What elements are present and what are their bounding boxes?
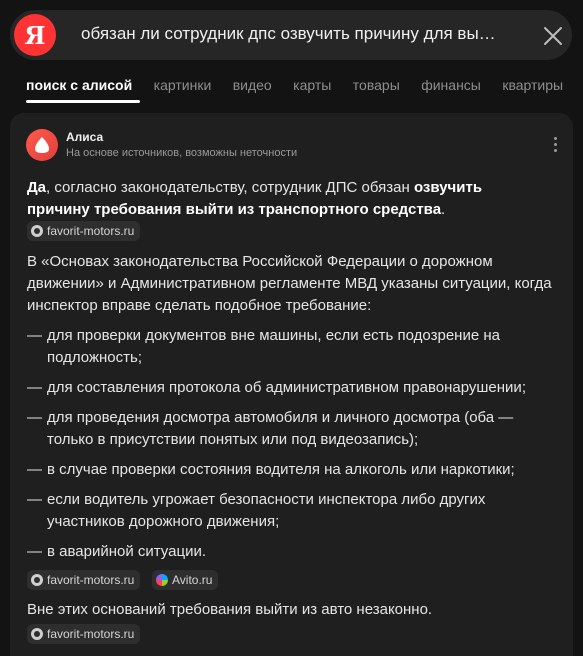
list-item: — для составления протокола об администра…	[27, 379, 526, 396]
answer-intro: Да, согласно законодательству, сотрудник…	[27, 179, 483, 218]
source-chip[interactable]: favorit-motors.ru	[27, 624, 141, 644]
answer-disclaimer: На основе источников, возможны неточност…	[66, 147, 298, 159]
favorit-motors-icon	[31, 574, 43, 586]
tab-maps[interactable]: карты	[293, 77, 331, 93]
answer-author: Алиса	[66, 130, 104, 144]
list-item: — если водитель угрожает безопасности инс…	[27, 491, 486, 530]
list-item: — для проверки документов вне машины, есл…	[27, 327, 500, 366]
source-chip[interactable]: favorit-motors.ru	[27, 570, 141, 590]
alisa-icon	[35, 137, 49, 153]
tab-goods[interactable]: товары	[353, 77, 400, 93]
search-bar[interactable]: Я обязан ли сотрудник дпс озвучить причи…	[10, 10, 572, 60]
avito-icon	[156, 574, 168, 586]
alisa-avatar	[26, 129, 58, 161]
search-input[interactable]: обязан ли сотрудник дпс озвучить причину…	[81, 24, 526, 44]
source-chip[interactable]: Avito.ru	[152, 570, 219, 590]
favorit-motors-icon	[31, 225, 43, 237]
list-item: — для проведения досмотра автомобиля и ли…	[27, 409, 514, 448]
tab-images[interactable]: картинки	[154, 77, 212, 93]
list-item: — в аварийной ситуации.	[27, 543, 207, 560]
answer-paragraph: В «Основах законодательства Российской Ф…	[27, 253, 552, 314]
tab-apartments[interactable]: квартиры	[502, 77, 563, 93]
tab-video[interactable]: видео	[233, 77, 272, 93]
source-chip[interactable]: favorit-motors.ru	[27, 221, 141, 241]
close-icon[interactable]	[542, 25, 564, 47]
answer-conclusion: Вне этих оснований требования выйти из а…	[27, 601, 433, 618]
tab-alisa-search[interactable]: поиск с алисой	[26, 77, 132, 93]
yandex-logo[interactable]: Я	[14, 14, 56, 56]
favorit-motors-icon	[31, 628, 43, 640]
alisa-answer-card: Алиса На основе источников, возможны нет…	[10, 113, 573, 656]
tab-finance[interactable]: финансы	[421, 77, 481, 93]
more-options-icon[interactable]	[549, 137, 561, 155]
active-tab-indicator	[26, 100, 140, 103]
list-item: — в случае проверки состояния водителя на…	[27, 461, 515, 478]
